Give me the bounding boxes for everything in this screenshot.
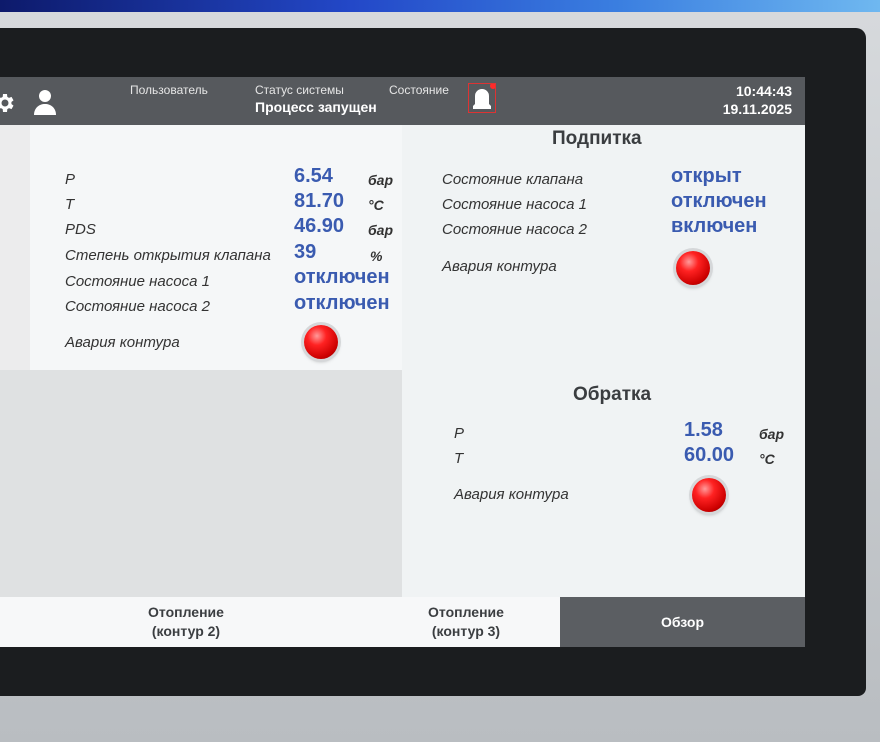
tab-heating-circuit-2-line2: (контур 2) [151, 623, 221, 639]
alarm-bell-button[interactable] [468, 83, 496, 113]
param-unit-p: бар [368, 172, 394, 188]
tab-heating-circuit-2-line1: Отопление [148, 604, 224, 620]
gear-icon[interactable] [0, 91, 16, 115]
podpitka-title: Подпитка [552, 128, 642, 149]
param-label-t: T [65, 196, 75, 213]
param-label-pump2: Состояние насоса 2 [65, 298, 210, 315]
param-unit-valve: % [370, 248, 383, 264]
circuit-parameters-panel: P 6.54 бар T 81.70 °C PDS 46.90 бар Степ… [30, 125, 402, 370]
clock-date: 19.11.2025 [722, 101, 792, 117]
param-value-pump2: отключен [294, 292, 390, 314]
tab-overview-label: Обзор [660, 613, 705, 630]
bottom-navigation: Отопление (контур 2) Отопление (контур 3… [0, 597, 805, 647]
clock-time: 10:44:43 [735, 83, 792, 99]
podpitka-alarm-indicator [676, 251, 710, 285]
tab-heating-circuit-2[interactable]: Отопление (контур 2) [0, 597, 372, 647]
param-label-pump1: Состояние насоса 1 [65, 273, 210, 290]
podpitka-label-pump2: Состояние насоса 2 [442, 221, 587, 238]
param-label-p: P [65, 171, 76, 188]
param-value-valve: 39 [294, 241, 317, 263]
podpitka-value-pump2: включен [671, 215, 758, 237]
podpitka-value-pump1: отключен [671, 190, 767, 212]
hmi-screen: Пользователь Статус системы Процесс запу… [0, 77, 805, 647]
param-label-valve: Степень открытия клапана [65, 247, 271, 264]
desktop-background-strip [0, 0, 880, 12]
obratka-unit-t: °C [759, 451, 775, 467]
obratka-alarm-label: Авария контура [454, 486, 569, 503]
obratka-unit-p: бар [759, 426, 785, 442]
podpitka-value-valve: открыт [671, 165, 742, 187]
obratka-alarm-indicator [692, 478, 726, 512]
param-value-t: 81.70 [294, 190, 345, 212]
alarm-indicator [304, 325, 338, 359]
system-status-value: Процесс запущен [255, 99, 377, 115]
param-unit-pds: бар [368, 222, 394, 238]
tab-overview[interactable]: Обзор [560, 597, 805, 647]
obratka-label-t: T [454, 450, 464, 467]
clock: 10:44:43 19.11.2025 [723, 82, 792, 118]
tab-heating-circuit-3-line1: Отопление [428, 604, 504, 620]
bell-icon [473, 84, 495, 109]
user-icon[interactable] [33, 89, 57, 115]
obratka-value-p: 1.58 [684, 419, 723, 441]
empty-area [0, 370, 402, 597]
system-status-label: Статус системы [255, 83, 344, 97]
param-value-p: 6.54 [294, 165, 333, 187]
param-value-pump1: отключен [294, 266, 390, 288]
state-label: Состояние [389, 83, 449, 97]
alarm-label: Авария контура [65, 334, 180, 351]
tab-heating-circuit-3-line2: (контур 3) [431, 623, 501, 639]
header-bar: Пользователь Статус системы Процесс запу… [0, 77, 805, 125]
podpitka-label-valve: Состояние клапана [442, 171, 584, 188]
obratka-value-t: 60.00 [684, 444, 735, 466]
podpitka-alarm-label: Авария контура [442, 258, 557, 275]
user-label: Пользователь [130, 83, 208, 97]
param-value-pds: 46.90 [294, 215, 345, 237]
tab-heating-circuit-3[interactable]: Отопление (контур 3) [372, 597, 560, 647]
obratka-label-p: P [454, 425, 465, 442]
right-panel: Подпитка Состояние клапана открыт Состоя… [402, 125, 805, 597]
param-label-pds: PDS [65, 221, 96, 238]
param-unit-t: °C [368, 197, 384, 213]
obratka-title: Обратка [573, 384, 652, 405]
podpitka-label-pump1: Состояние насоса 1 [442, 196, 587, 213]
